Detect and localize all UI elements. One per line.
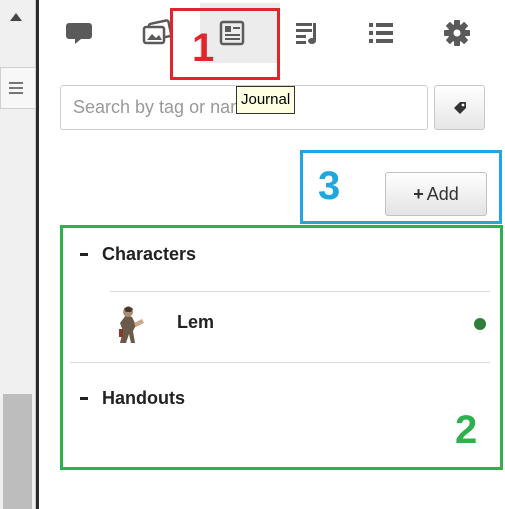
jukebox-icon (296, 23, 316, 44)
scrollbar-thumb[interactable] (3, 394, 32, 509)
tag-filter-button[interactable] (434, 85, 485, 130)
hamburger-menu-icon[interactable] (9, 82, 23, 97)
panel-divider (36, 0, 39, 509)
art-library-icon (142, 19, 173, 45)
compendium-list-icon (369, 23, 393, 43)
tab-settings[interactable] (438, 14, 476, 52)
tag-icon (453, 101, 466, 114)
annotation-box-2 (60, 225, 503, 470)
scroll-up-arrow-icon[interactable] (10, 13, 22, 21)
chat-icon (66, 23, 92, 44)
tab-chat[interactable] (62, 14, 100, 52)
annotation-number-3: 3 (318, 164, 341, 208)
annotation-number-1: 1 (192, 26, 215, 70)
annotation-number-2: 2 (455, 408, 478, 452)
settings-gear-icon (444, 20, 470, 46)
annotation-box-1 (170, 8, 280, 80)
journal-tooltip: Journal (236, 86, 296, 114)
tab-compendium[interactable] (362, 14, 400, 52)
tab-jukebox[interactable] (288, 14, 326, 52)
